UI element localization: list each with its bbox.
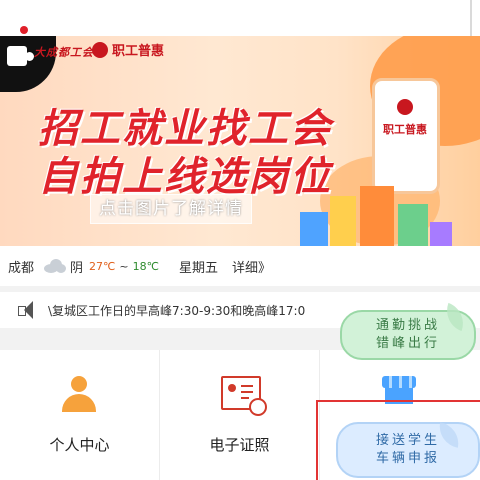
school-line-2: 车辆申报 xyxy=(375,451,440,466)
commute-line-1: 通勤挑战 xyxy=(375,318,440,333)
top-strip xyxy=(0,0,480,36)
grid-item-label: 个人中心 xyxy=(49,436,110,454)
grid-item-label: 电子证照 xyxy=(209,436,270,454)
grid-item-e-certificate[interactable]: 电子证照 xyxy=(160,350,320,480)
seal-icon xyxy=(397,99,413,115)
weather-low: 18℃ xyxy=(132,259,159,273)
weather-separator: ~ xyxy=(119,259,129,273)
divider xyxy=(470,0,472,36)
notification-dot xyxy=(20,26,28,34)
building-illustration xyxy=(360,186,394,246)
benefits-logo-text: 职工普惠 xyxy=(112,44,165,59)
phone-illustration: 职工普惠 xyxy=(372,78,440,194)
phone-text: 职工普惠 xyxy=(383,123,427,136)
cloud-icon xyxy=(44,259,67,273)
union-logo: 大成都工会 xyxy=(34,46,94,59)
school-line-1: 接送学生 xyxy=(375,433,440,448)
building-illustration xyxy=(330,196,356,246)
certificate-icon xyxy=(221,376,267,416)
banner-cta[interactable]: 点击图片了解详情 xyxy=(90,194,252,224)
building-illustration xyxy=(398,204,428,246)
notice-text[interactable]: \复城区工作日的早高峰7:30-9:30和晚高峰17:0 xyxy=(48,302,305,319)
weather-bar[interactable]: 成都 阴 27℃ ~ 18℃ 星期五 详细》 xyxy=(0,246,480,286)
grid-item-personal-center[interactable]: 个人中心 xyxy=(0,350,160,480)
student-vehicle-button[interactable]: 接送学生 车辆申报 xyxy=(336,422,480,478)
seal-icon xyxy=(92,41,108,58)
commute-line-2: 错峰出行 xyxy=(375,336,440,351)
speaker-icon xyxy=(18,300,40,320)
building-illustration xyxy=(430,222,452,246)
weather-day: 星期五 xyxy=(178,260,218,276)
weather-high: 27℃ xyxy=(89,259,116,273)
person-icon xyxy=(62,376,96,412)
building-illustration xyxy=(300,212,328,246)
benefits-logo: 职工普惠 xyxy=(92,40,164,59)
weather-detail-link[interactable]: 详细》 xyxy=(232,257,271,276)
promo-banner[interactable]: 大成都工会 职工普惠 招工就业找工会 自拍上线选岗位 点击图片了解详情 职工普惠 xyxy=(0,36,480,246)
weather-condition: 阴 xyxy=(70,260,84,276)
weather-city: 成都 xyxy=(8,260,35,276)
